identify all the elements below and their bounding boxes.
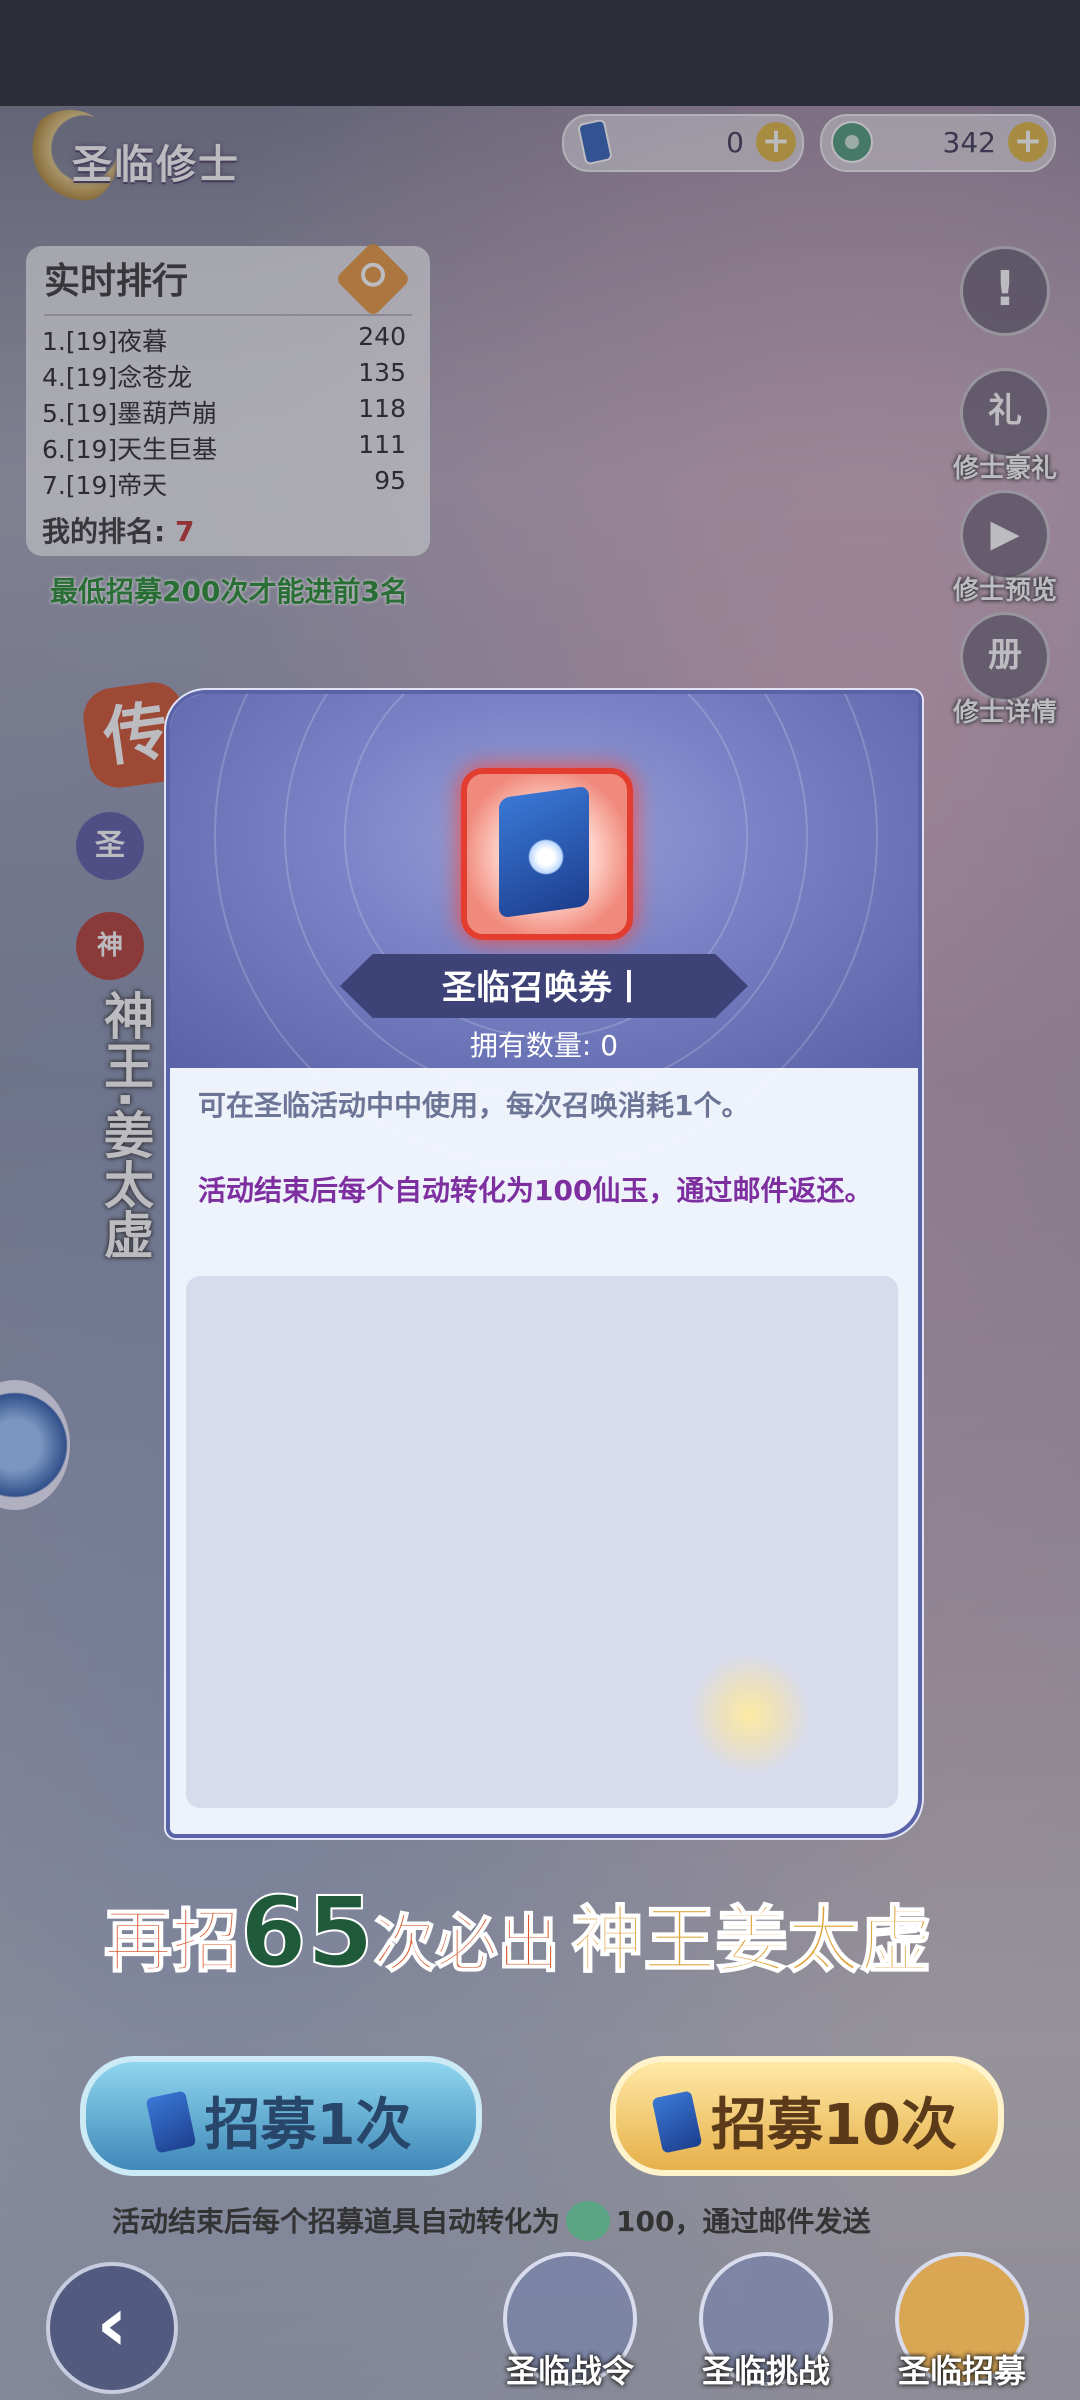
jade-coin-icon — [566, 2201, 611, 2241]
nav-recruit[interactable]: 圣临招募 — [872, 2252, 1052, 2400]
item-detail-modal: 圣临召唤券丨 拥有数量: 0 可在圣临活动中中使用，每次召唤消耗1个。 活动结束… — [166, 690, 922, 1838]
back-button[interactable]: ‹ — [46, 2262, 178, 2394]
pity-banner: 再招65次必出 神王姜太虚 — [103, 1875, 933, 1989]
recruit-once-button[interactable]: 招募1次 — [80, 2056, 482, 2176]
recruit-ten-button[interactable]: 招募10次 — [610, 2056, 1004, 2176]
modal-header: 圣临召唤券丨 拥有数量: 0 — [170, 694, 918, 1168]
featured-hero: 神王姜太虚 — [571, 1897, 933, 1983]
summon-ticket-icon — [145, 2090, 196, 2154]
conversion-footnote: 活动结束后每个招募道具自动转化为 100，通过邮件发送 — [112, 2200, 870, 2241]
nav-battle-pass[interactable]: 圣临战令 — [480, 2252, 660, 2400]
sparkle-effect — [690, 1654, 810, 1774]
owned-count: 拥有数量: 0 — [469, 1029, 619, 1062]
summon-ticket-icon — [651, 2090, 703, 2154]
item-name: 圣临召唤券丨 — [442, 968, 646, 1008]
nav-challenge[interactable]: 圣临挑战 — [676, 2252, 856, 2400]
summon-ticket-icon — [461, 768, 633, 940]
item-conversion-note: 活动结束后每个自动转化为100仙玉，通过邮件返还。 — [198, 1174, 873, 1207]
item-description: 可在圣临活动中中使用，每次召唤消耗1个。 — [198, 1089, 750, 1122]
pity-count: 65 — [239, 1875, 375, 1989]
